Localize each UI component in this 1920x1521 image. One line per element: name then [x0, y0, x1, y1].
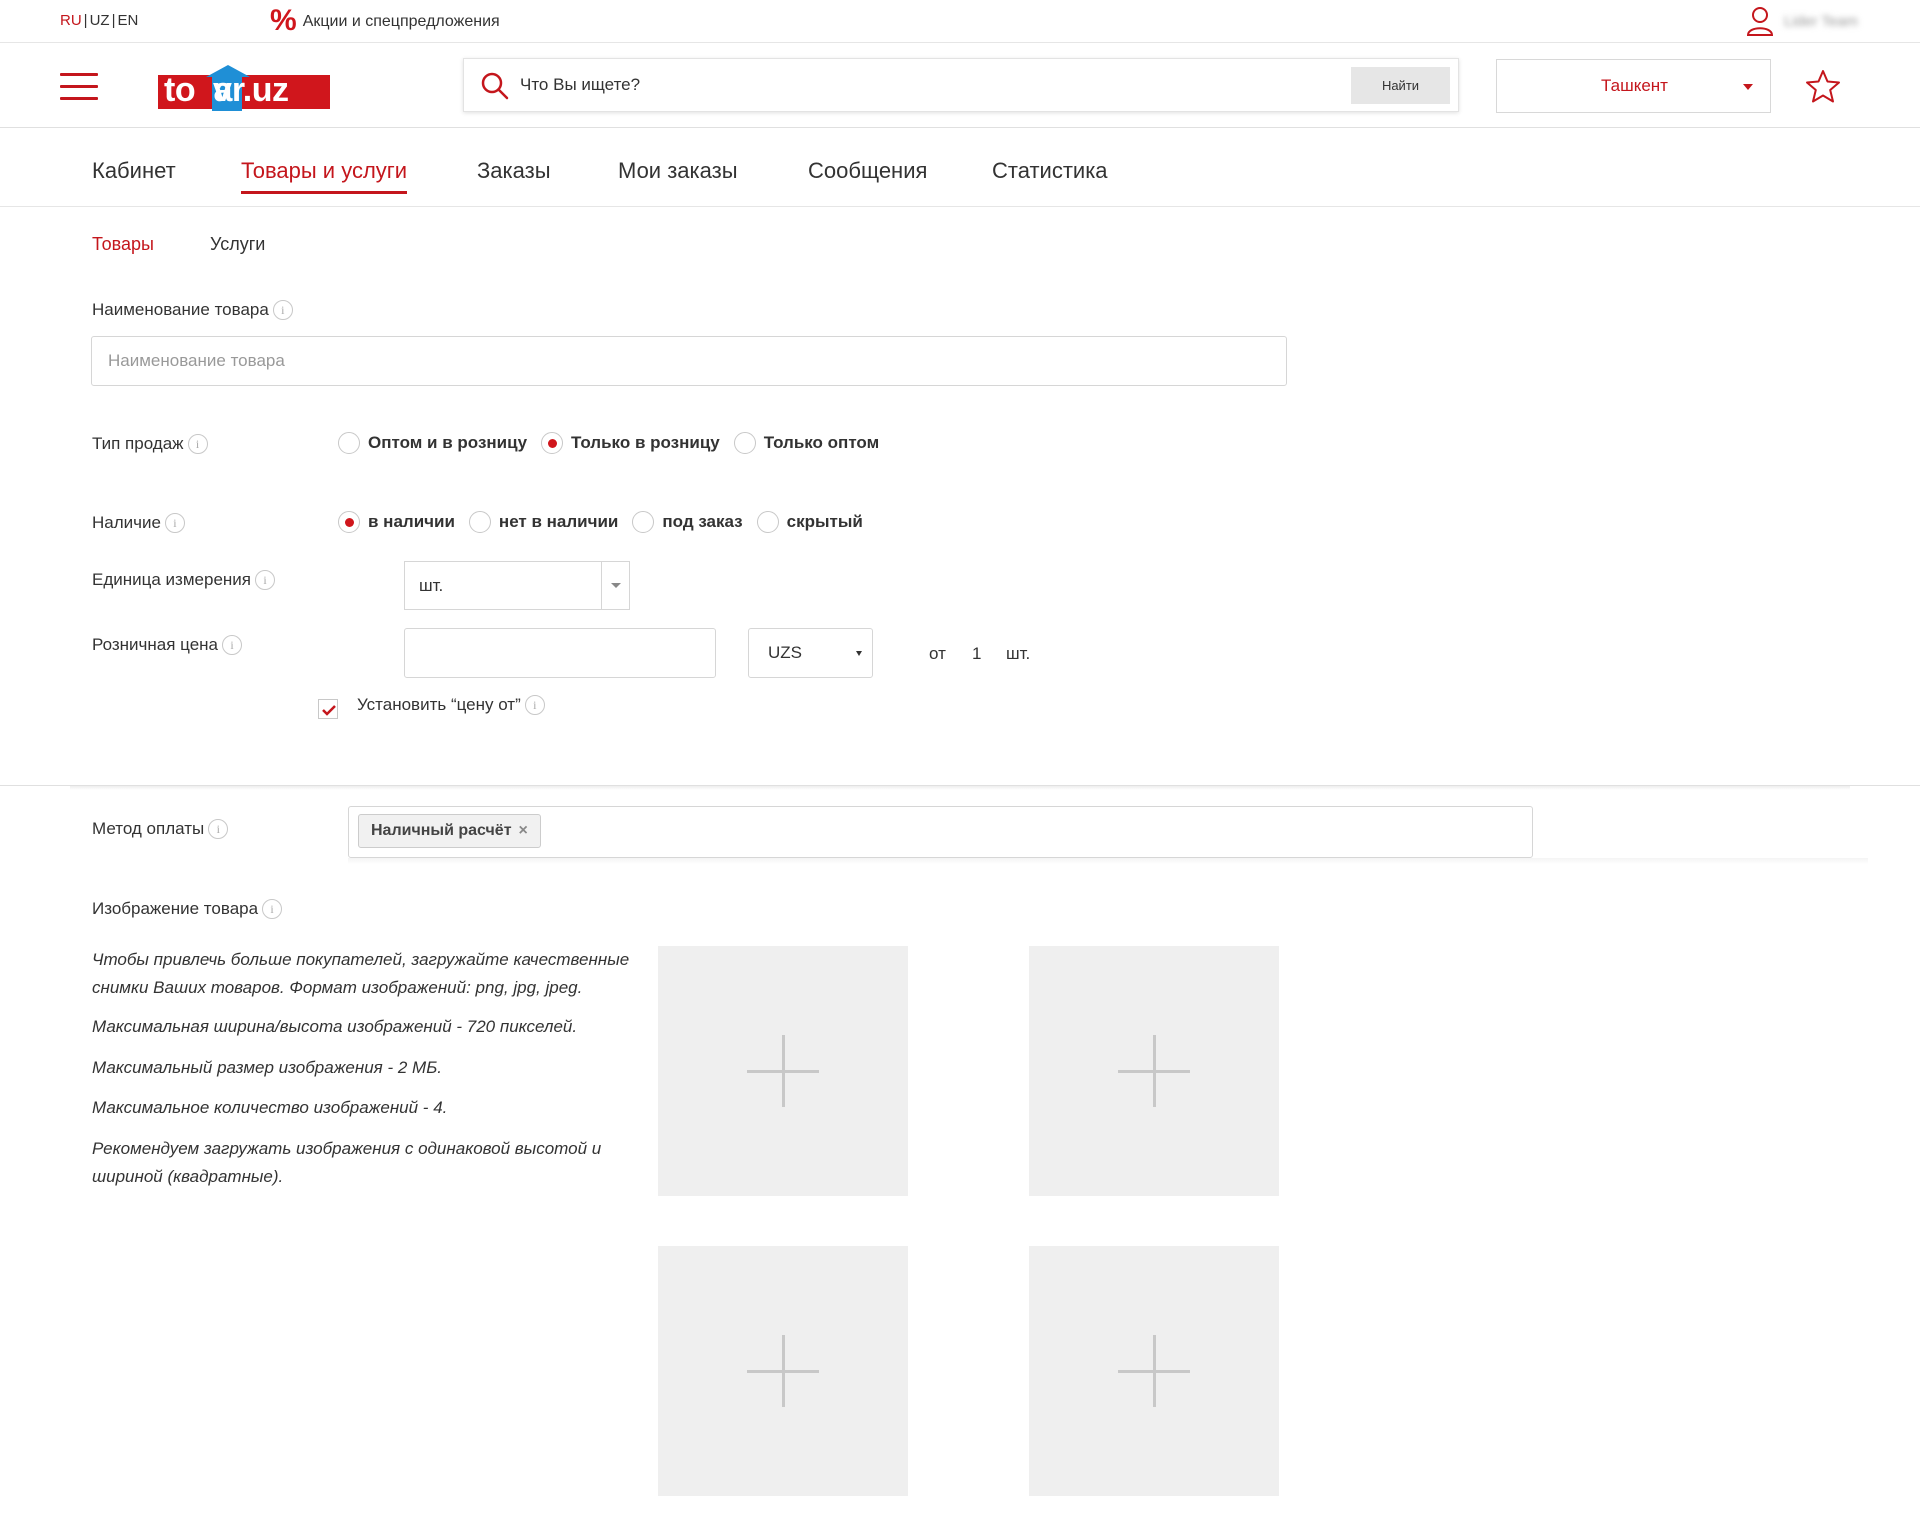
caret-down-icon	[856, 651, 862, 656]
top-bar: RU | UZ | EN % Акции и спецпредложения Lider…	[0, 0, 1920, 43]
radio-wholesale-only[interactable]: Только оптом	[733, 432, 879, 454]
payment-tag-cash: Наличный расчёт ×	[358, 814, 541, 848]
info-icon[interactable]: i	[208, 819, 229, 839]
percent-icon: %	[270, 4, 297, 37]
subtab-services[interactable]: Услуги	[210, 234, 265, 255]
radio-retail-only[interactable]: Только в розницу	[541, 432, 720, 454]
lang-uz[interactable]: UZ	[90, 12, 110, 29]
user-name: Lider Team	[1784, 12, 1858, 30]
caret-down-icon	[1743, 84, 1753, 90]
price-from-checkbox[interactable]	[318, 699, 338, 719]
availability-label: Наличие i	[92, 513, 185, 533]
tab-goods-services[interactable]: Товары и услуги	[241, 158, 408, 194]
tab-messages[interactable]: Сообщения	[808, 158, 927, 191]
image-hint: Чтобы привлечь больше покупателей, загру…	[92, 950, 630, 997]
info-icon[interactable]: i	[255, 570, 275, 590]
image-hint: Максимальное количество изображений - 4.	[92, 1098, 448, 1117]
payment-method-label: Метод оплаты i	[92, 819, 229, 839]
min-quantity[interactable]: 1	[972, 644, 981, 664]
quantity-unit: шт.	[1006, 644, 1031, 663]
promo-link[interactable]: % Акции и спецпредложения	[270, 6, 500, 36]
info-icon[interactable]: i	[272, 300, 293, 320]
menu-icon[interactable]	[60, 73, 98, 101]
info-icon[interactable]: i	[222, 635, 243, 655]
city-label: Ташкент	[1601, 76, 1668, 95]
radio-on-order[interactable]: под заказ	[632, 511, 743, 533]
image-upload-slot[interactable]	[1029, 946, 1279, 1196]
language-switcher: RU | UZ | EN	[60, 12, 139, 29]
unit-value: шт.	[419, 576, 444, 595]
tab-cabinet[interactable]: Кабинет	[92, 158, 176, 191]
image-upload-slot[interactable]	[658, 1246, 908, 1496]
info-icon[interactable]: i	[164, 513, 185, 533]
image-upload-slot[interactable]	[658, 946, 908, 1196]
retail-price-label: Розничная цена i	[92, 635, 243, 655]
info-icon[interactable]: i	[262, 899, 283, 919]
lang-ru[interactable]: RU	[60, 12, 82, 29]
logo[interactable]: tovar.uz v	[158, 65, 330, 111]
image-hint: Рекомендуем загружать изображения с один…	[92, 1139, 602, 1186]
search-input[interactable]	[520, 67, 1280, 103]
radio-in-stock[interactable]: в наличии	[338, 511, 455, 533]
availability-radio-group: в наличии нет в наличии под заказ скрыты…	[338, 511, 877, 533]
search-icon	[481, 72, 509, 100]
price-from-label[interactable]: Установить “цену от” i	[357, 695, 545, 715]
star-icon[interactable]	[1805, 69, 1841, 103]
user-menu[interactable]: Lider Team	[1746, 5, 1858, 37]
user-icon	[1746, 7, 1774, 36]
image-upload-slot[interactable]	[1029, 1246, 1279, 1496]
image-hint: Максимальный размер изображения - 2 МБ.	[92, 1058, 442, 1077]
search-button[interactable]: Найти	[1351, 67, 1450, 104]
product-name-input[interactable]	[91, 336, 1287, 386]
promo-text: Акции и спецпредложения	[302, 13, 500, 30]
header: tovar.uz v Найти Ташкент	[0, 43, 1920, 128]
caret-down-icon	[611, 583, 621, 588]
tab-statistics[interactable]: Статистика	[992, 158, 1108, 191]
main-nav: Кабинет Товары и услуги Заказы Мои заказ…	[0, 128, 1920, 207]
radio-wholesale-retail[interactable]: Оптом и в розницу	[338, 432, 527, 454]
sale-type-label: Тип продаж i	[92, 434, 208, 454]
radio-out-of-stock[interactable]: нет в наличии	[468, 511, 618, 533]
unit-select[interactable]: шт.	[404, 561, 630, 610]
unit-label: Единица измерения i	[92, 570, 275, 590]
payment-method-select[interactable]: Наличный расчёт ×	[348, 806, 1533, 858]
from-label: от	[929, 644, 946, 663]
product-name-label: Наименование товара i	[92, 300, 293, 320]
tab-orders[interactable]: Заказы	[477, 158, 551, 191]
lang-en[interactable]: EN	[117, 12, 138, 29]
subtab-goods[interactable]: Товары	[92, 234, 154, 255]
city-select[interactable]: Ташкент	[1496, 59, 1771, 113]
currency-value: UZS	[768, 643, 802, 662]
radio-hidden[interactable]: скрытый	[756, 511, 863, 533]
info-icon[interactable]: i	[524, 695, 545, 715]
tab-my-orders[interactable]: Мои заказы	[618, 158, 738, 191]
sale-type-radio-group: Оптом и в розницу Только в розницу Тольк…	[338, 432, 893, 454]
search-bar: Найти	[463, 58, 1459, 112]
remove-tag-icon[interactable]: ×	[519, 822, 528, 840]
image-hint: Максимальная ширина/высота изображений -…	[92, 1017, 578, 1036]
retail-price-input[interactable]	[404, 628, 716, 678]
info-icon[interactable]: i	[187, 434, 208, 454]
currency-select[interactable]: UZS	[748, 628, 873, 678]
product-image-label: Изображение товара i	[92, 899, 283, 919]
check-icon	[322, 705, 336, 716]
